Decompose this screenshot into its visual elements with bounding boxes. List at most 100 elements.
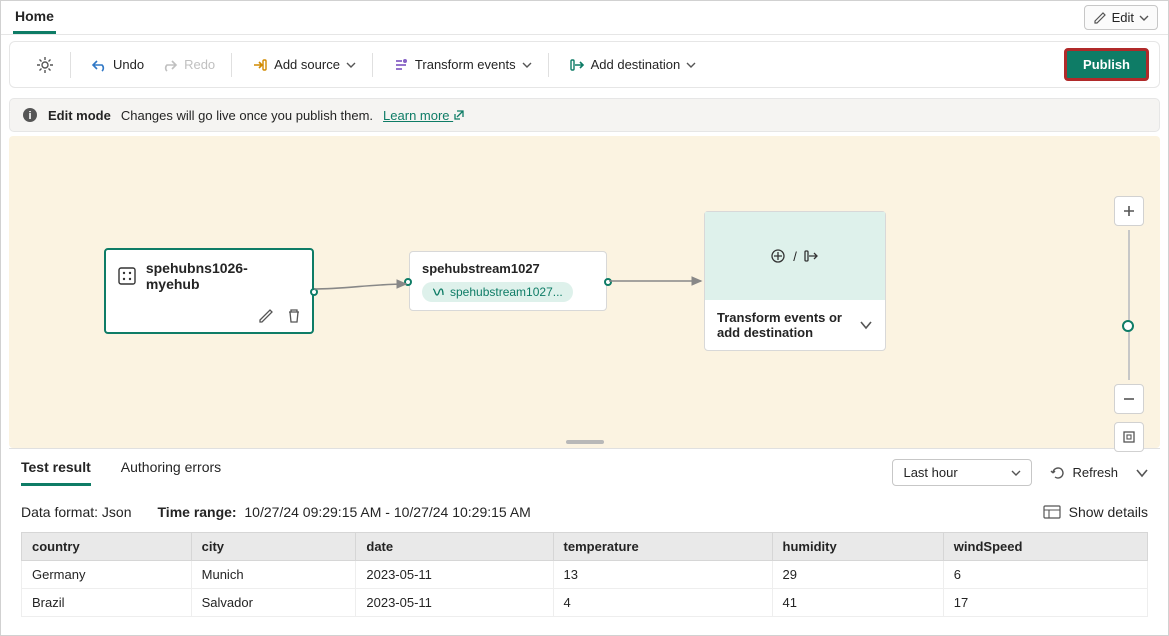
- info-bar: i Edit mode Changes will go live once yo…: [9, 98, 1160, 132]
- transform-icon: [393, 57, 409, 73]
- col-date[interactable]: date: [356, 533, 553, 561]
- time-range-value: Last hour: [903, 465, 957, 480]
- transform-icon: [769, 247, 787, 265]
- stream-icon: [432, 286, 444, 298]
- dest-out-icon: [803, 247, 821, 265]
- add-source-label: Add source: [274, 57, 340, 72]
- input-port[interactable]: [404, 278, 412, 286]
- dest-title: Transform events or add destination: [717, 310, 847, 340]
- source-node[interactable]: spehubns1026-myehub: [104, 248, 314, 334]
- pencil-icon[interactable]: [258, 308, 274, 324]
- trash-icon[interactable]: [286, 308, 302, 324]
- cell-city: Salvador: [191, 589, 356, 617]
- toolbar: Undo Redo Add source Transform events: [9, 41, 1160, 88]
- col-country[interactable]: country: [22, 533, 192, 561]
- redo-icon: [162, 57, 178, 73]
- cell-date: 2023-05-11: [356, 561, 553, 589]
- zoom-slider[interactable]: [1128, 230, 1130, 380]
- zoom-thumb[interactable]: [1122, 320, 1134, 332]
- stream-node[interactable]: spehubstream1027 spehubstream1027...: [409, 251, 607, 311]
- settings-button[interactable]: [30, 52, 60, 78]
- cell-windSpeed: 6: [943, 561, 1147, 589]
- refresh-button[interactable]: Refresh: [1050, 465, 1118, 481]
- eventhub-icon: [118, 267, 136, 285]
- zoom-controls: [1114, 196, 1144, 452]
- source-in-icon: [252, 57, 268, 73]
- learn-more-link[interactable]: Learn more: [383, 108, 465, 123]
- add-source-button[interactable]: Add source: [246, 53, 362, 77]
- add-dest-label: Add destination: [591, 57, 681, 72]
- info-msg: Changes will go live once you publish th…: [121, 108, 373, 123]
- zoom-in-button[interactable]: [1114, 196, 1144, 226]
- add-destination-button[interactable]: Add destination: [563, 53, 703, 77]
- refresh-label: Refresh: [1072, 465, 1118, 480]
- details-icon: [1043, 505, 1061, 519]
- info-icon: i: [22, 107, 38, 123]
- col-windSpeed[interactable]: windSpeed: [943, 533, 1147, 561]
- undo-icon: [91, 57, 107, 73]
- cell-windSpeed: 17: [943, 589, 1147, 617]
- chevron-down-icon[interactable]: [859, 318, 873, 332]
- svg-text:i: i: [28, 110, 31, 122]
- external-link-icon: [453, 109, 465, 121]
- cell-country: Brazil: [22, 589, 192, 617]
- minus-icon: [1122, 392, 1136, 406]
- refresh-icon: [1050, 465, 1066, 481]
- chevron-down-icon: [522, 60, 532, 70]
- edit-button[interactable]: Edit: [1084, 5, 1158, 30]
- show-details-label: Show details: [1069, 504, 1148, 520]
- publish-button[interactable]: Publish: [1064, 48, 1149, 81]
- output-port[interactable]: [310, 288, 318, 296]
- time-range-value-text: 10/27/24 09:29:15 AM - 10/27/24 10:29:15…: [244, 504, 530, 520]
- cell-humidity: 41: [772, 589, 943, 617]
- tab-home[interactable]: Home: [13, 1, 56, 34]
- pencil-icon: [1093, 11, 1107, 25]
- plus-icon: [1122, 204, 1136, 218]
- gear-icon: [36, 56, 54, 74]
- undo-button[interactable]: Undo: [85, 53, 150, 77]
- results-table: countrycitydatetemperaturehumiditywindSp…: [21, 532, 1148, 617]
- dest-out-icon: [569, 57, 585, 73]
- col-city[interactable]: city: [191, 533, 356, 561]
- redo-button: Redo: [156, 53, 221, 77]
- tab-row: Home Edit: [1, 1, 1168, 35]
- cell-date: 2023-05-11: [356, 589, 553, 617]
- time-range-select[interactable]: Last hour: [892, 459, 1032, 486]
- cell-temperature: 13: [553, 561, 772, 589]
- zoom-out-button[interactable]: [1114, 384, 1144, 414]
- col-temperature[interactable]: temperature: [553, 533, 772, 561]
- show-details-button[interactable]: Show details: [1043, 504, 1148, 520]
- output-port[interactable]: [604, 278, 612, 286]
- bottom-panel: Test result Authoring errors Last hour R…: [9, 448, 1160, 627]
- chevron-down-icon: [686, 60, 696, 70]
- resize-handle[interactable]: [9, 438, 1160, 446]
- col-humidity[interactable]: humidity: [772, 533, 943, 561]
- transform-label: Transform events: [415, 57, 516, 72]
- stream-pill-label: spehubstream1027...: [450, 285, 563, 299]
- chevron-down-icon: [346, 60, 356, 70]
- tab-test-result[interactable]: Test result: [21, 459, 91, 486]
- time-range-label: Time range:: [158, 504, 237, 520]
- table-row[interactable]: GermanyMunich2023-05-1113296: [22, 561, 1148, 589]
- stream-pill[interactable]: spehubstream1027...: [422, 282, 573, 302]
- learn-label: Learn more: [383, 108, 449, 123]
- info-mode: Edit mode: [48, 108, 111, 123]
- cell-country: Germany: [22, 561, 192, 589]
- cell-temperature: 4: [553, 589, 772, 617]
- tab-authoring-errors[interactable]: Authoring errors: [121, 459, 221, 486]
- destination-node[interactable]: / Transform events or add destination: [704, 211, 886, 351]
- transform-events-button[interactable]: Transform events: [387, 53, 538, 77]
- edge: [314, 284, 414, 294]
- fit-button[interactable]: [1114, 422, 1144, 452]
- cell-humidity: 29: [772, 561, 943, 589]
- data-format-value: Json: [102, 504, 132, 520]
- edit-label: Edit: [1112, 10, 1134, 25]
- cell-city: Munich: [191, 561, 356, 589]
- edge: [609, 276, 709, 286]
- undo-label: Undo: [113, 57, 144, 72]
- table-row[interactable]: BrazilSalvador2023-05-1144117: [22, 589, 1148, 617]
- chevron-down-icon[interactable]: [1136, 467, 1148, 479]
- chevron-down-icon: [1139, 13, 1149, 23]
- chevron-down-icon: [1011, 468, 1021, 478]
- canvas[interactable]: spehubns1026-myehub spehubstream1027 spe…: [9, 136, 1160, 448]
